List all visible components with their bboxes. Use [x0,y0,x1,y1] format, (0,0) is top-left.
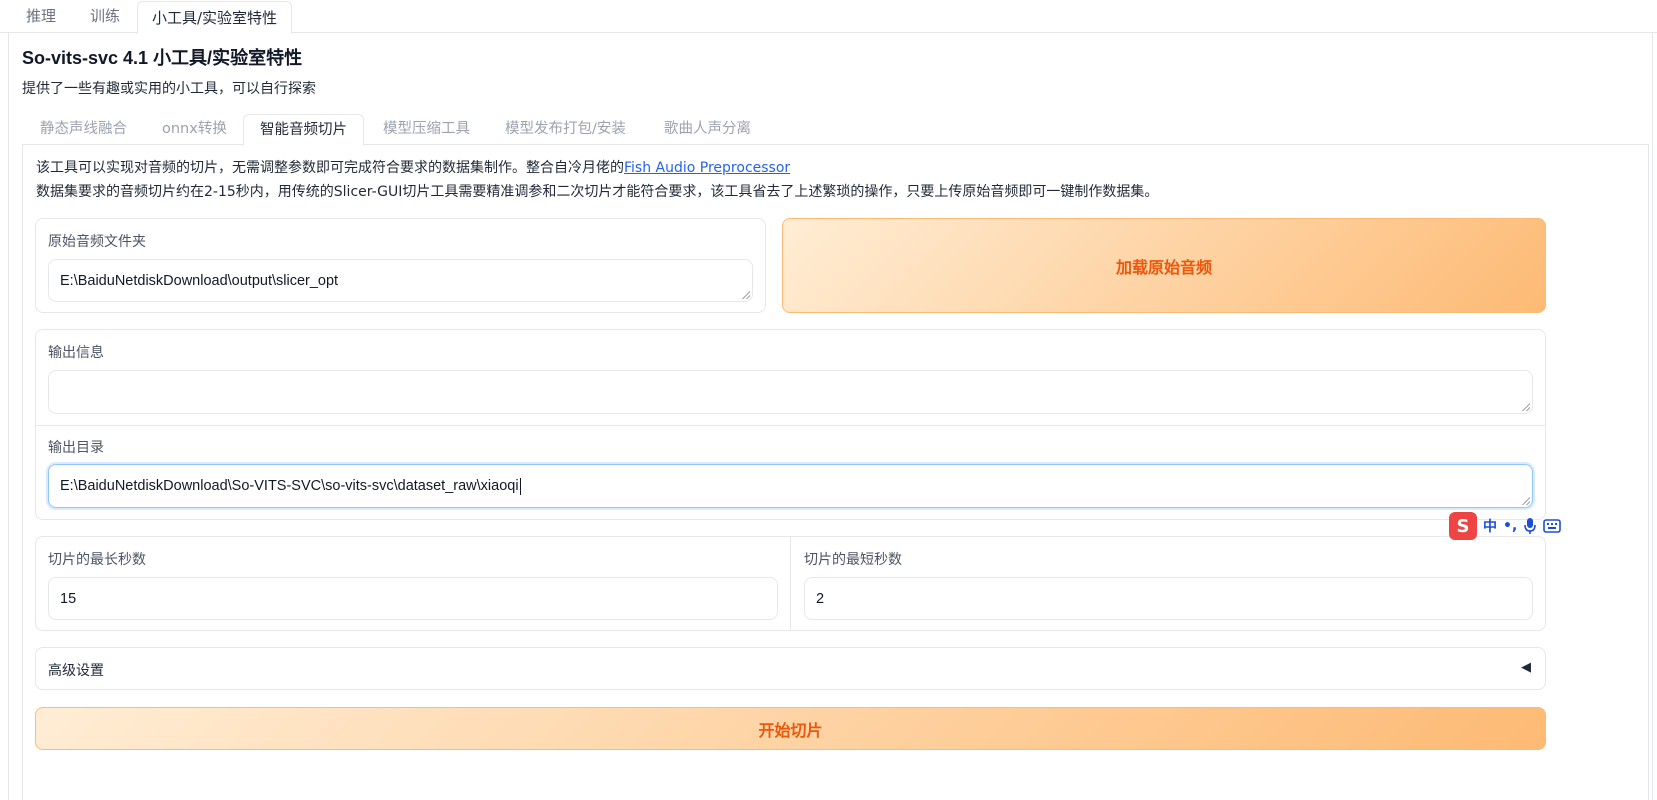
output-info-label: 输出信息 [48,345,104,361]
output-dir-field[interactable]: E:\BaiduNetdiskDownload\So-VITS-SVC\so-v… [48,464,1533,508]
info-line-2: 数据集要求的音频切片约在2-15秒内，用传统的Slicer-GUI切片工具需要精… [36,184,1159,200]
sogou-logo-icon[interactable]: S [1449,512,1477,540]
tab-audio-slicer[interactable]: 智能音频切片 [243,114,364,146]
info-line-1: 该工具可以实现对音频的切片，无需调整参数即可完成符合要求的数据集制作。整合自冷月… [36,157,790,177]
max-seconds-value: 15 [60,590,77,607]
ime-punct-toggle[interactable]: •, [1503,518,1517,534]
advanced-settings-label: 高级设置 [48,663,104,679]
output-dir-label: 输出目录 [48,440,104,456]
output-dir-value: E:\BaiduNetdiskDownload\So-VITS-SVC\so-v… [60,478,519,494]
input-folder-field[interactable]: E:\BaiduNetdiskDownload\output\slicer_op… [48,259,753,302]
ime-lang-toggle[interactable]: 中 [1483,516,1497,536]
tab-tools[interactable]: 小工具/实验室特性 [137,1,293,34]
output-divider [36,425,1545,426]
load-audio-button[interactable]: 加载原始音频 [782,218,1546,313]
input-folder-card: 原始音频文件夹 E:\BaiduNetdiskDownload\output\s… [35,218,766,313]
sub-tab-bar: 静态声线融合 onnx转换 智能音频切片 模型压缩工具 模型发布打包/安装 歌曲… [22,114,1649,146]
microphone-icon[interactable] [1523,517,1537,535]
input-folder-value: E:\BaiduNetdiskDownload\output\slicer_op… [60,272,339,289]
seconds-divider [790,537,791,630]
collapse-arrow-icon: ◀ [1521,660,1531,675]
ime-toolbar: S 中 •, [1449,512,1562,540]
max-seconds-input[interactable]: 15 [48,577,778,620]
text-cursor [519,477,521,495]
min-seconds-value: 2 [816,590,825,607]
page-title: So-vits-svc 4.1 小工具/实验室特性 [22,48,303,68]
max-seconds-label: 切片的最长秒数 [48,552,146,568]
output-card: 输出信息 输出目录 E:\BaiduNetdiskDownload\So-VIT… [35,329,1546,520]
tab-voice-merge[interactable]: 静态声线融合 [24,114,143,145]
tab-model-publish[interactable]: 模型发布打包/安装 [489,114,642,145]
fish-audio-link[interactable]: Fish Audio Preprocessor [624,160,790,176]
tab-train[interactable]: 训练 [76,0,134,33]
info-line-1-text: 该工具可以实现对音频的切片，无需调整参数即可完成符合要求的数据集制作。整合自冷月… [36,160,624,176]
resize-handle-icon[interactable] [1522,497,1530,505]
input-folder-label: 原始音频文件夹 [48,234,146,250]
tab-vocal-separation[interactable]: 歌曲人声分离 [648,114,767,145]
page-description: 提供了一些有趣或实用的小工具，可以自行探索 [22,81,316,97]
output-info-field[interactable] [48,370,1533,414]
resize-handle-icon[interactable] [742,291,750,299]
seconds-card: 切片的最长秒数 15 切片的最短秒数 2 [35,536,1546,631]
min-seconds-input[interactable]: 2 [804,577,1533,620]
tab-inference[interactable]: 推理 [12,0,70,33]
start-slicing-button[interactable]: 开始切片 [35,707,1546,750]
tab-model-compress[interactable]: 模型压缩工具 [367,114,486,145]
keyboard-icon[interactable] [1543,519,1562,533]
advanced-settings-toggle[interactable]: 高级设置 ◀ [35,647,1546,690]
top-tab-bar: 推理 训练 小工具/实验室特性 [0,0,1657,34]
resize-handle-icon[interactable] [1522,403,1530,411]
min-seconds-label: 切片的最短秒数 [804,552,902,568]
tab-onnx[interactable]: onnx转换 [146,114,243,145]
